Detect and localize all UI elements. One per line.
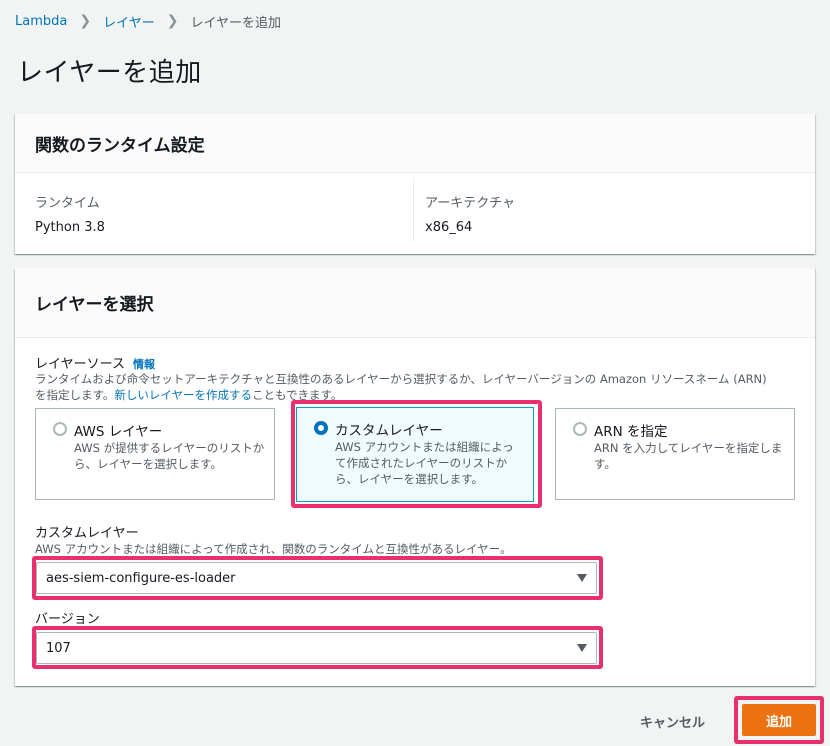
breadcrumb-layers[interactable]: レイヤー	[103, 12, 155, 31]
layer-source-description: ランタイムおよび命令セットアーキテクチャと互換性のあるレイヤーから選択するか、レ…	[35, 371, 805, 403]
breadcrumb: Lambda ❯ レイヤー ❯ レイヤーを追加	[15, 11, 281, 31]
page-title: レイヤーを追加	[17, 58, 202, 88]
chevron-right-icon: ❯	[166, 13, 179, 29]
architecture-value: x86_64	[425, 220, 473, 235]
radio-custom-layer[interactable]	[314, 421, 328, 435]
version-select-value: 107	[46, 640, 71, 656]
add-button[interactable]: 追加	[742, 704, 816, 736]
runtime-settings-title: 関数のランタイム設定	[35, 135, 205, 156]
tile-aws-layer-desc: AWS が提供するレイヤーのリストから、レイヤーを選択します。	[74, 441, 265, 471]
tile-custom-layer-desc: AWS アカウントまたは組織によって作成されたレイヤーのリストから、レイヤーを選…	[335, 440, 514, 486]
tile-aws-layer-title: AWS レイヤー	[74, 424, 163, 440]
create-new-layer-link[interactable]: 新しいレイヤーを作成する	[114, 388, 252, 402]
runtime-settings-header: 関数のランタイム設定	[15, 114, 815, 173]
tile-custom-layer-title: カスタムレイヤー	[335, 423, 443, 439]
runtime-field: ランタイム Python 3.8	[35, 192, 105, 235]
custom-layer-label: カスタムレイヤー	[35, 526, 139, 541]
custom-layer-description: AWS アカウントまたは組織によって作成され、関数のランタイムと互換性があるレイ…	[35, 542, 512, 556]
breadcrumb-lambda[interactable]: Lambda	[15, 14, 67, 29]
architecture-label: アーキテクチャ	[425, 196, 516, 211]
layer-source-desc-line1: ランタイムおよび命令セットアーキテクチャと互換性のあるレイヤーから選択するか、レ…	[35, 372, 767, 386]
tile-aws-layer[interactable]: AWS レイヤー AWS が提供するレイヤーのリストから、レイヤーを選択します。	[35, 408, 275, 500]
architecture-field: アーキテクチャ x86_64	[425, 192, 515, 235]
layer-source-desc-post: こともできます。	[252, 388, 343, 402]
layer-select-title: レイヤーを選択	[35, 295, 154, 315]
breadcrumb-current: レイヤーを追加	[190, 15, 282, 31]
info-link[interactable]: 情報	[133, 358, 155, 371]
layer-select-card: レイヤーを選択 レイヤーソース 情報 ランタイムおよび命令セットアーキテクチャと互…	[15, 268, 815, 686]
caret-down-icon	[577, 644, 587, 652]
layer-source-label-text: レイヤーソース	[35, 357, 125, 372]
tile-arn[interactable]: ARN を指定 ARN を入力してレイヤーを指定します。	[555, 408, 795, 500]
tile-arn-title: ARN を指定	[594, 424, 668, 440]
column-divider	[413, 178, 414, 242]
radio-arn[interactable]	[573, 422, 587, 436]
runtime-value: Python 3.8	[35, 220, 105, 235]
runtime-label: ランタイム	[35, 196, 100, 211]
custom-layer-select[interactable]: aes-siem-configure-es-loader	[36, 562, 597, 594]
runtime-settings-card: 関数のランタイム設定 ランタイム Python 3.8 アーキテクチャ x86_…	[15, 114, 815, 254]
radio-aws-layer[interactable]	[53, 422, 67, 436]
caret-down-icon	[577, 574, 587, 582]
layer-source-desc-pre: を指定します。	[35, 388, 115, 402]
tile-custom-layer[interactable]: カスタムレイヤー AWS アカウントまたは組織によって作成されたレイヤーのリスト…	[296, 407, 534, 502]
layer-source-label: レイヤーソース 情報	[35, 353, 155, 372]
chevron-right-icon: ❯	[79, 13, 92, 29]
layer-select-header: レイヤーを選択	[15, 268, 815, 338]
layer-source-desc-line2: を指定します。新しいレイヤーを作成することもできます。	[35, 387, 805, 403]
custom-layer-select-value: aes-siem-configure-es-loader	[46, 570, 236, 586]
version-select[interactable]: 107	[36, 632, 597, 664]
tile-arn-desc: ARN を入力してレイヤーを指定します。	[594, 441, 783, 471]
cancel-button[interactable]: キャンセル	[640, 710, 705, 732]
version-label: バージョン	[35, 612, 100, 627]
